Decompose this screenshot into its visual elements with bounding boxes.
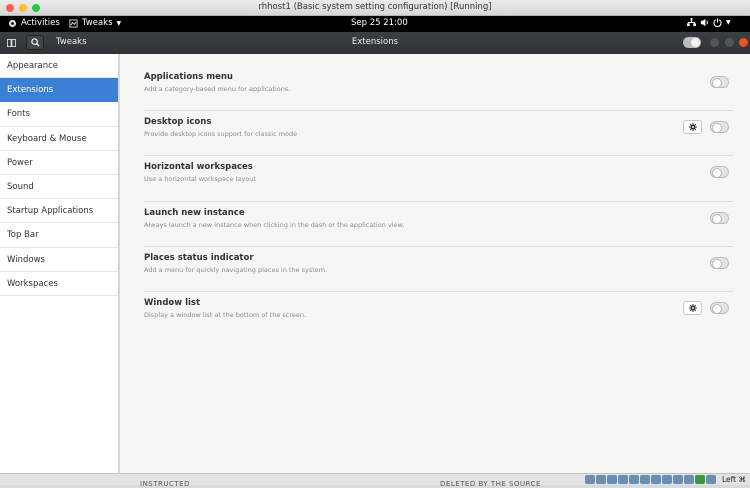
gear-icon <box>688 304 697 312</box>
chevron-down-icon: ▼ <box>116 19 122 27</box>
power-icon <box>713 18 722 27</box>
extension-toggle[interactable] <box>710 121 729 134</box>
system-status-area[interactable]: ▼ <box>687 18 731 27</box>
vm-device-icons <box>585 475 716 484</box>
extensions-list: Applications menu Add a category-based m… <box>120 54 750 473</box>
extension-row: Horizontal workspaces Use a horizontal w… <box>144 156 733 202</box>
extension-row: Applications menu Add a category-based m… <box>144 66 733 112</box>
host-key-label: Left ⌘ <box>722 475 746 484</box>
extension-name: Places status indicator <box>144 252 254 263</box>
shared-folder-icon[interactable] <box>640 475 650 484</box>
optical-drive-icon[interactable] <box>596 475 606 484</box>
display-icon[interactable] <box>651 475 661 484</box>
sidebar: Appearance Extensions Fonts Keyboard & M… <box>0 54 119 473</box>
app-menu-button[interactable]: Tweaks ▼ <box>69 18 121 28</box>
hard-disk-icon[interactable] <box>585 475 595 484</box>
network-adapter-icon[interactable] <box>618 475 628 484</box>
sidebar-item-extensions[interactable]: Extensions <box>0 78 118 103</box>
extension-settings-button[interactable] <box>683 120 702 135</box>
gnome-top-bar: Activities Tweaks ▼ Sep 25 21:00 ▼ <box>0 16 750 32</box>
vm-window-titlebar: rhhost1 (Basic system setting configurat… <box>0 0 750 16</box>
extension-name: Desktop icons <box>144 117 212 128</box>
activities-button[interactable]: Activities <box>8 18 60 28</box>
background-text: INSTRUCTED <box>140 480 190 488</box>
background-text: DELETED BY THE SOURCE <box>440 480 541 488</box>
gear-icon <box>688 123 697 132</box>
extension-name: Launch new instance <box>144 207 245 218</box>
extensions-global-switch[interactable] <box>683 37 701 48</box>
extension-description: Use a horizontal workspace layout <box>144 175 256 184</box>
app-header-bar: Tweaks Extensions <box>0 32 750 54</box>
extension-name: Horizontal workspaces <box>144 162 253 173</box>
usb-icon[interactable] <box>629 475 639 484</box>
extension-toggle[interactable] <box>710 76 729 88</box>
extension-row: Desktop icons Provide desktop icons supp… <box>144 111 733 157</box>
sidebar-item-sound[interactable]: Sound <box>0 175 118 200</box>
keyboard-capture-icon[interactable] <box>684 475 694 484</box>
view-title: Extensions <box>351 37 399 47</box>
extension-name: Applications menu <box>144 72 233 82</box>
extension-toggle[interactable] <box>710 166 729 179</box>
sidebar-item-top-bar[interactable]: Top Bar <box>0 223 118 248</box>
cpu-icon[interactable] <box>673 475 683 484</box>
chevron-down-icon: ▼ <box>726 19 731 26</box>
extension-description: Add a menu for quickly navigating places… <box>144 265 328 274</box>
activities-label: Activities <box>21 18 60 28</box>
extension-toggle[interactable] <box>710 302 729 314</box>
sidebar-item-fonts[interactable]: Fonts <box>0 102 118 127</box>
extension-description: Always launch a new instance when clicki… <box>144 220 405 229</box>
extension-name: Window list <box>144 298 201 308</box>
mouse-integration-icon[interactable] <box>695 475 705 484</box>
extension-description: Add a category-based menu for applicatio… <box>144 85 291 93</box>
extension-description: Provide desktop icons support for classi… <box>144 130 298 139</box>
close-button[interactable] <box>739 38 748 47</box>
gnome-foot-icon <box>8 19 17 27</box>
tweaks-app-icon <box>69 18 78 28</box>
vm-window-title: rhhost1 (Basic system setting configurat… <box>258 2 492 12</box>
app-menu-label: Tweaks <box>82 18 113 28</box>
vm-status-bar: INSTRUCTED DELETED BY THE SOURCE Left ⌘ <box>0 473 750 488</box>
extension-row: Launch new instance Always launch a new … <box>144 202 733 247</box>
capture-icon[interactable] <box>662 475 672 484</box>
sidebar-item-windows[interactable]: Windows <box>0 248 118 272</box>
minimize-button[interactable] <box>710 38 719 47</box>
audio-icon[interactable] <box>607 475 617 484</box>
extension-description: Display a window list at the bottom of t… <box>144 311 307 319</box>
extension-row: Places status indicator Add a menu for q… <box>144 247 733 292</box>
extension-toggle[interactable] <box>710 256 729 269</box>
extension-toggle[interactable] <box>710 211 729 224</box>
sidebar-item-appearance[interactable]: Appearance <box>0 54 118 79</box>
volume-icon <box>700 18 708 27</box>
sidebar-item-power[interactable]: Power <box>0 151 118 175</box>
sidebar-item-workspaces[interactable]: Workspaces <box>0 272 118 296</box>
guest-additions-icon[interactable] <box>706 475 716 484</box>
host-key-indicator: Left ⌘ <box>722 475 746 484</box>
network-icon <box>687 18 696 27</box>
extension-settings-button[interactable] <box>683 301 702 315</box>
maximize-button[interactable] <box>725 38 734 47</box>
sidebar-item-keyboard-mouse[interactable]: Keyboard & Mouse <box>0 127 118 151</box>
sidebar-item-startup-applications[interactable]: Startup Applications <box>0 199 118 224</box>
clock[interactable]: Sep 25 21:00 <box>351 18 408 28</box>
extension-row: Window list Display a window list at the… <box>144 292 733 337</box>
